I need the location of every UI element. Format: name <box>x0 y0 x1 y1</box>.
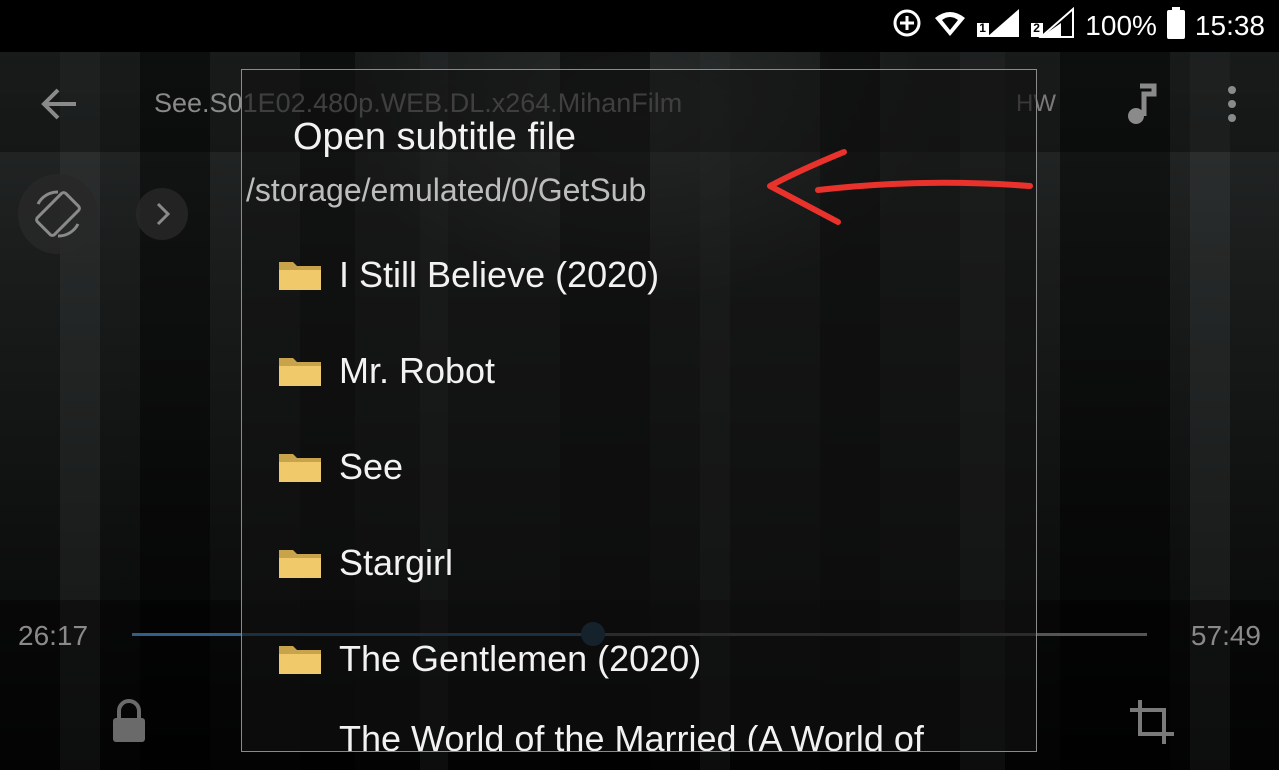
rotate-screen-button[interactable] <box>18 174 98 254</box>
folder-label: The World of the Married (A World of <box>339 718 924 752</box>
folder-icon <box>278 354 322 388</box>
battery-icon <box>1166 6 1185 46</box>
folder-icon <box>278 748 322 751</box>
lock-icon[interactable] <box>110 698 148 744</box>
back-arrow-icon[interactable] <box>38 82 82 126</box>
signal-sim1-icon: 1 <box>977 7 1021 46</box>
sim1-label: 1 <box>979 20 986 35</box>
folder-list: I Still Believe (2020) Mr. Robot See Sta… <box>242 230 1036 752</box>
folder-icon <box>278 642 322 676</box>
total-time: 57:49 <box>1190 620 1261 651</box>
chevron-right-icon <box>156 202 171 226</box>
folder-item[interactable]: The World of the Married (A World of <box>242 710 1036 752</box>
folder-item[interactable]: See <box>242 422 1036 518</box>
current-path: /storage/emulated/0/GetSub <box>246 172 647 208</box>
folder-item[interactable]: I Still Believe (2020) <box>242 230 1036 326</box>
elapsed-time: 26:17 <box>18 620 89 651</box>
audio-track-icon[interactable] <box>1124 82 1160 126</box>
signal-sim2-icon: 2 <box>1031 6 1075 46</box>
wifi-icon <box>933 8 967 45</box>
sim2-label: 2 <box>1033 20 1040 35</box>
folder-item[interactable]: The Gentlemen (2020) <box>242 614 1036 710</box>
folder-label: I Still Believe (2020) <box>339 254 660 295</box>
folder-label: Mr. Robot <box>339 350 496 391</box>
dialog-title: Open subtitle file <box>293 116 577 158</box>
folder-label: See <box>339 446 404 487</box>
folder-icon <box>278 258 322 292</box>
folder-label: Stargirl <box>339 542 454 583</box>
status-bar: 1 2 100% 15:38 <box>0 0 1279 52</box>
crop-icon[interactable] <box>1126 696 1178 748</box>
annotation-arrow-icon <box>767 149 1033 225</box>
folder-icon <box>278 546 322 580</box>
folder-item[interactable]: Mr. Robot <box>242 326 1036 422</box>
clock: 15:38 <box>1194 10 1265 41</box>
expand-controls-button[interactable] <box>136 188 188 240</box>
folder-item[interactable]: Stargirl <box>242 518 1036 614</box>
more-options-icon[interactable] <box>1218 82 1246 126</box>
rotate-icon <box>35 190 81 238</box>
data-saver-icon <box>891 7 923 46</box>
battery-percent: 100% <box>1085 10 1157 41</box>
folder-label: The Gentlemen (2020) <box>339 638 702 679</box>
folder-icon <box>278 450 322 484</box>
